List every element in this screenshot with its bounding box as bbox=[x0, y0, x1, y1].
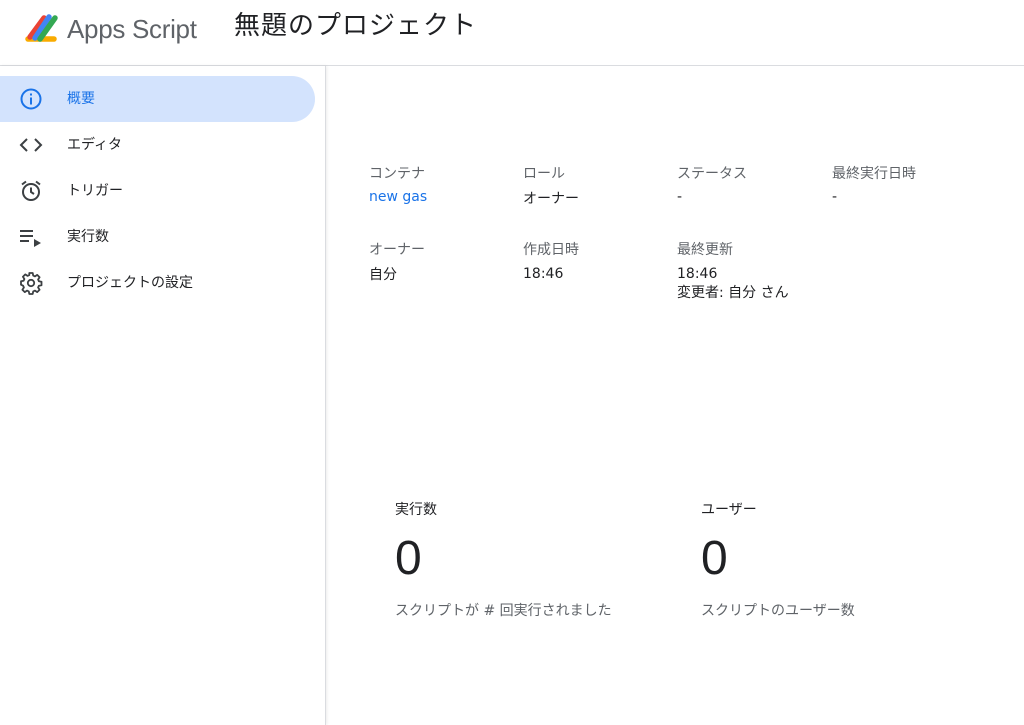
project-title[interactable]: 無題のプロジェクト bbox=[234, 9, 477, 43]
info-icon bbox=[20, 88, 42, 110]
modified-label: 最終更新 bbox=[677, 242, 733, 258]
owner-value: 自分 bbox=[369, 267, 397, 283]
created-label: 作成日時 bbox=[523, 242, 579, 258]
owner-label: オーナー bbox=[369, 242, 425, 258]
users-count: 0 bbox=[701, 532, 728, 585]
container-link[interactable]: new gas bbox=[369, 187, 427, 207]
modified-value: 18:46 bbox=[677, 266, 718, 282]
sidebar-item-overview[interactable]: 概要 bbox=[0, 76, 315, 122]
sidebar-item-executions[interactable]: 実行数 bbox=[0, 214, 316, 260]
gear-icon bbox=[20, 272, 43, 295]
last-run-value: - bbox=[832, 189, 838, 205]
role-value: オーナー bbox=[523, 191, 579, 207]
executions-description: スクリプトが # 回実行されました bbox=[395, 603, 612, 619]
sidebar-item-label: プロジェクトの設定 bbox=[67, 275, 193, 291]
role-label: ロール bbox=[523, 166, 565, 182]
container-label: コンテナ bbox=[369, 166, 425, 182]
executions-count: 0 bbox=[395, 532, 422, 585]
modified-by: 変更者: 自分 さん bbox=[677, 285, 789, 301]
sidebar-item-label: 概要 bbox=[67, 91, 95, 107]
code-icon bbox=[19, 138, 43, 152]
last-run-label: 最終実行日時 bbox=[832, 166, 916, 182]
sidebar: 概要 エディタ トリガー 実行数 プロジェクトの設定 bbox=[0, 66, 326, 725]
app-header: Apps Script 無題のプロジェクト bbox=[0, 0, 1024, 66]
overview-panel: コンテナ new gas ロール オーナー ステータス - 最終実行日時 - オ… bbox=[327, 67, 1024, 725]
playlist-play-icon bbox=[20, 230, 41, 247]
executions-stat-label: 実行数 bbox=[395, 502, 437, 518]
created-value: 18:46 bbox=[523, 266, 564, 282]
users-stat-label: ユーザー bbox=[701, 502, 757, 518]
alarm-icon bbox=[21, 180, 41, 201]
apps-script-logo-icon[interactable] bbox=[22, 12, 60, 44]
sidebar-item-editor[interactable]: エディタ bbox=[0, 122, 316, 168]
sidebar-item-label: トリガー bbox=[67, 183, 123, 199]
sidebar-item-label: エディタ bbox=[67, 137, 123, 153]
sidebar-item-label: 実行数 bbox=[67, 229, 109, 245]
app-name[interactable]: Apps Script bbox=[67, 13, 197, 45]
status-label: ステータス bbox=[677, 166, 747, 182]
users-description: スクリプトのユーザー数 bbox=[701, 603, 855, 619]
sidebar-item-project-settings[interactable]: プロジェクトの設定 bbox=[0, 260, 316, 306]
sidebar-item-triggers[interactable]: トリガー bbox=[0, 168, 316, 214]
status-value: - bbox=[677, 189, 683, 205]
